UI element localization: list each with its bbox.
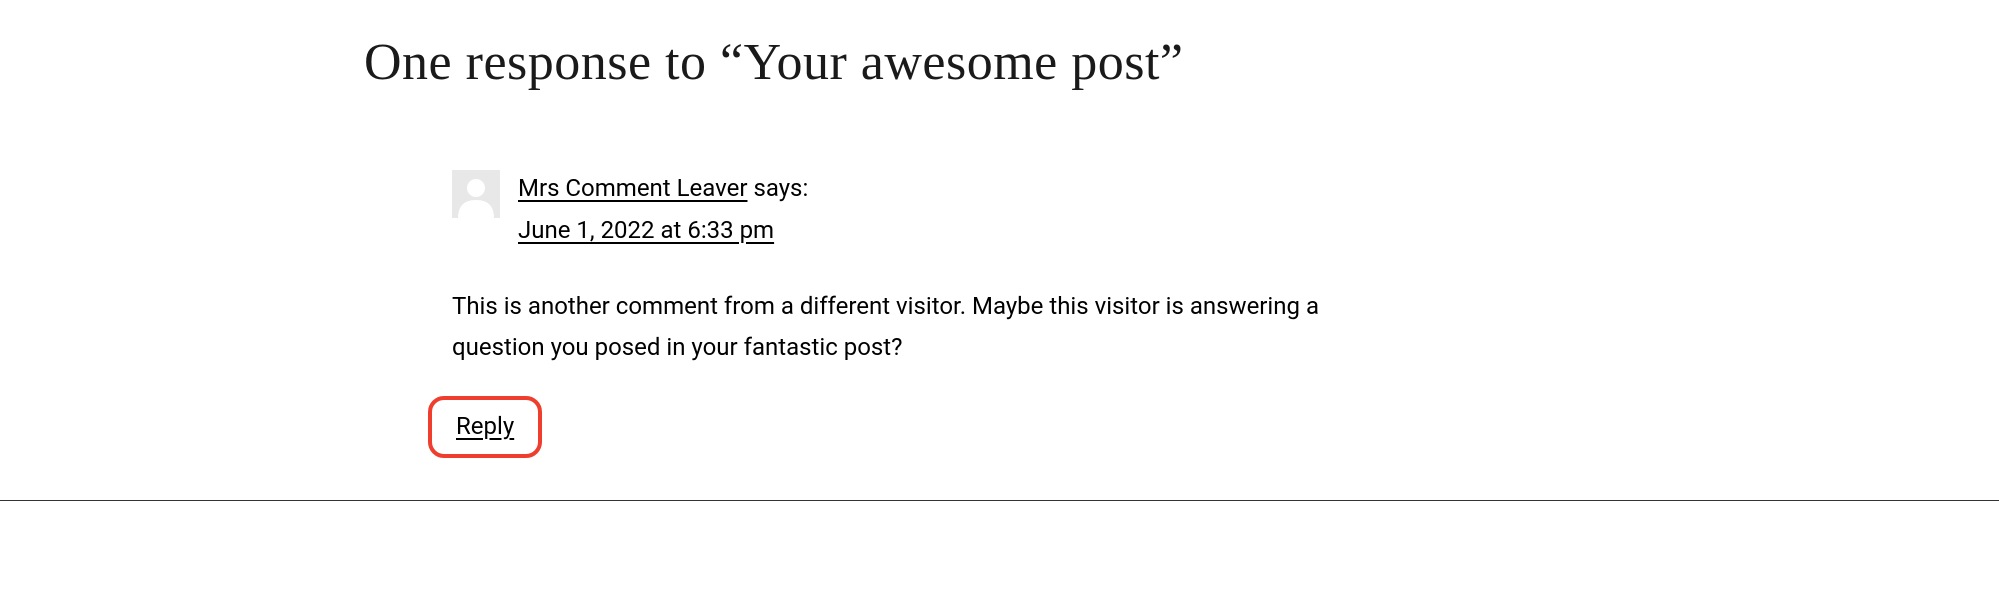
avatar bbox=[452, 170, 500, 218]
reply-highlight-box: Reply bbox=[428, 396, 542, 458]
comments-section: One response to “Your awesome post” Mrs … bbox=[0, 0, 1999, 501]
comment-timestamp-link[interactable]: June 1, 2022 at 6:33 pm bbox=[518, 212, 774, 248]
says-label: says: bbox=[747, 174, 808, 202]
comment-body: This is another comment from a different… bbox=[452, 286, 1372, 368]
comments-title: One response to “Your awesome post” bbox=[364, 28, 1364, 98]
comment-meta-text: Mrs Comment Leaver says: June 1, 2022 at… bbox=[518, 170, 808, 248]
reply-container: Reply bbox=[428, 396, 1402, 458]
avatar-icon bbox=[452, 170, 500, 218]
comment-author-link[interactable]: Mrs Comment Leaver bbox=[518, 174, 747, 202]
comment-item: Mrs Comment Leaver says: June 1, 2022 at… bbox=[452, 170, 1402, 500]
comment-meta: Mrs Comment Leaver says: June 1, 2022 at… bbox=[452, 170, 1402, 248]
reply-link[interactable]: Reply bbox=[456, 412, 514, 440]
